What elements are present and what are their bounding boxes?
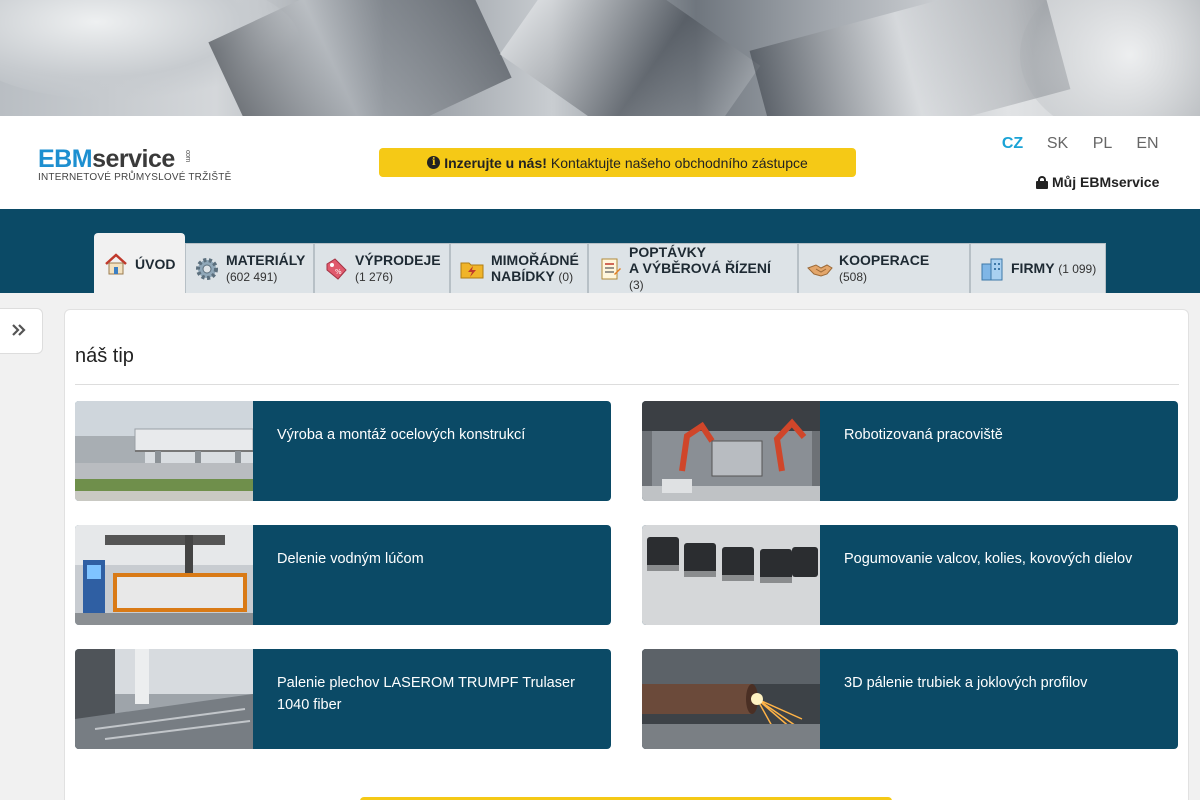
sidebar-expand-button[interactable]	[0, 308, 43, 354]
advertise-banner[interactable]: i Inzerujte u nás! Kontaktujte našeho ob…	[379, 148, 856, 177]
tube-cutting-sparks-photo	[642, 649, 820, 749]
tip-title: Palenie plechov LASEROM TRUMPF Trulaser …	[277, 675, 575, 713]
tip-card[interactable]: Robotizovaná pracoviště	[642, 401, 1178, 501]
tab-label: FIRMY	[1011, 260, 1055, 276]
price-tag-icon: %	[323, 256, 349, 282]
logo-suffix: com	[184, 150, 191, 162]
info-icon: i	[427, 156, 441, 169]
tab-count: (3)	[629, 278, 644, 292]
tab-count: (602 491)	[226, 270, 278, 284]
lock-icon	[1036, 175, 1048, 189]
document-list-icon	[597, 256, 623, 282]
hero-banner-image	[0, 0, 1200, 116]
tab-label: KOOPERACE	[839, 252, 930, 268]
section-divider	[75, 384, 1179, 385]
section-title: náš tip	[75, 345, 134, 367]
tab-count: (1 099)	[1058, 262, 1097, 276]
lang-pl[interactable]: PL	[1080, 135, 1125, 153]
lang-sk[interactable]: SK	[1035, 135, 1080, 153]
tip-title: 3D pálenie trubiek a joklových profilov	[844, 675, 1088, 691]
tab-mimoradne-nabidky[interactable]: MIMOŘÁDNÉ NABÍDKY (0)	[450, 243, 588, 293]
tab-poptavky[interactable]: POPTÁVKY A VÝBĚROVÁ ŘÍZENÍ (3)	[588, 243, 798, 293]
gear-icon	[194, 256, 220, 282]
my-account-label: Můj EBMservice	[1052, 174, 1160, 190]
logo-service: service	[92, 145, 175, 173]
tab-label: ÚVOD	[135, 255, 176, 272]
tip-card[interactable]: 3D pálenie trubiek a joklových profilov	[642, 649, 1178, 749]
tab-uvod[interactable]: ÚVOD	[94, 233, 185, 293]
tip-title: Výroba a montáž ocelových konstrukcí	[277, 427, 526, 443]
tab-label-line2: A VÝBĚROVÁ ŘÍZENÍ	[629, 260, 771, 276]
tip-card[interactable]: Delenie vodným lúčom	[75, 525, 611, 625]
tip-card[interactable]: Palenie plechov LASEROM TRUMPF Trulaser …	[75, 649, 611, 749]
advertise-bold-text: Inzerujte u nás!	[444, 154, 547, 171]
tab-label: VÝPRODEJE	[355, 252, 441, 268]
tab-count: (0)	[558, 270, 574, 284]
home-icon	[103, 251, 129, 277]
logo-ebm: EBM	[38, 145, 93, 173]
tab-label-line1: POPTÁVKY	[629, 244, 707, 260]
folder-lightning-icon	[459, 256, 485, 282]
double-chevron-right-icon	[11, 321, 27, 342]
site-header: EBMservice com INTERNETOVÉ PRŮMYSLOVÉ TR…	[0, 116, 1200, 209]
lang-en[interactable]: EN	[1125, 135, 1170, 153]
tab-label-line2: NABÍDKY	[491, 268, 555, 284]
rubber-coated-parts-photo	[642, 525, 820, 625]
tips-panel: náš tip Výroba a montáž ocelových konstr…	[64, 309, 1189, 800]
tip-title: Delenie vodným lúčom	[277, 551, 424, 567]
tip-card[interactable]: Výroba a montáž ocelových konstrukcí	[75, 401, 611, 501]
buildings-icon	[979, 256, 1005, 282]
tab-label: MATERIÁLY	[226, 252, 306, 268]
site-logo[interactable]: EBMservice com INTERNETOVÉ PRŮMYSLOVÉ TR…	[38, 146, 231, 183]
my-account-link[interactable]: Můj EBMservice	[1036, 174, 1159, 190]
tab-vyprodeje[interactable]: % VÝPRODEJE (1 276)	[314, 243, 450, 293]
tip-title: Robotizovaná pracoviště	[844, 427, 1003, 443]
tab-count: (1 276)	[355, 270, 394, 284]
tab-kooperace[interactable]: KOOPERACE (508)	[798, 243, 970, 293]
handshake-icon	[807, 256, 833, 282]
logo-tagline: INTERNETOVÉ PRŮMYSLOVÉ TRŽIŠTĚ	[38, 172, 232, 183]
steel-structure-photo	[75, 401, 253, 501]
tab-count: (508)	[839, 270, 868, 284]
advertise-text: Kontaktujte našeho obchodního zástupce	[550, 154, 808, 171]
tab-materialy[interactable]: MATERIÁLY (602 491)	[185, 243, 314, 293]
svg-text:%: %	[335, 268, 342, 276]
language-switcher: CZ SK PL EN	[990, 135, 1180, 153]
tip-card[interactable]: Pogumovanie valcov, kolies, kovových die…	[642, 525, 1178, 625]
robot-cell-photo	[642, 401, 820, 501]
tab-label-line1: MIMOŘÁDNÉ	[491, 252, 579, 268]
main-navigation: ÚVOD MATERIÁLY (602 491) % VÝPRODEJE (1 27…	[0, 209, 1200, 293]
tip-title: Pogumovanie valcov, kolies, kovových die…	[844, 551, 1133, 567]
tab-firmy[interactable]: FIRMY (1 099)	[970, 243, 1106, 293]
lang-cz[interactable]: CZ	[990, 135, 1035, 153]
waterjet-machine-photo	[75, 525, 253, 625]
laser-cutting-photo	[75, 649, 253, 749]
